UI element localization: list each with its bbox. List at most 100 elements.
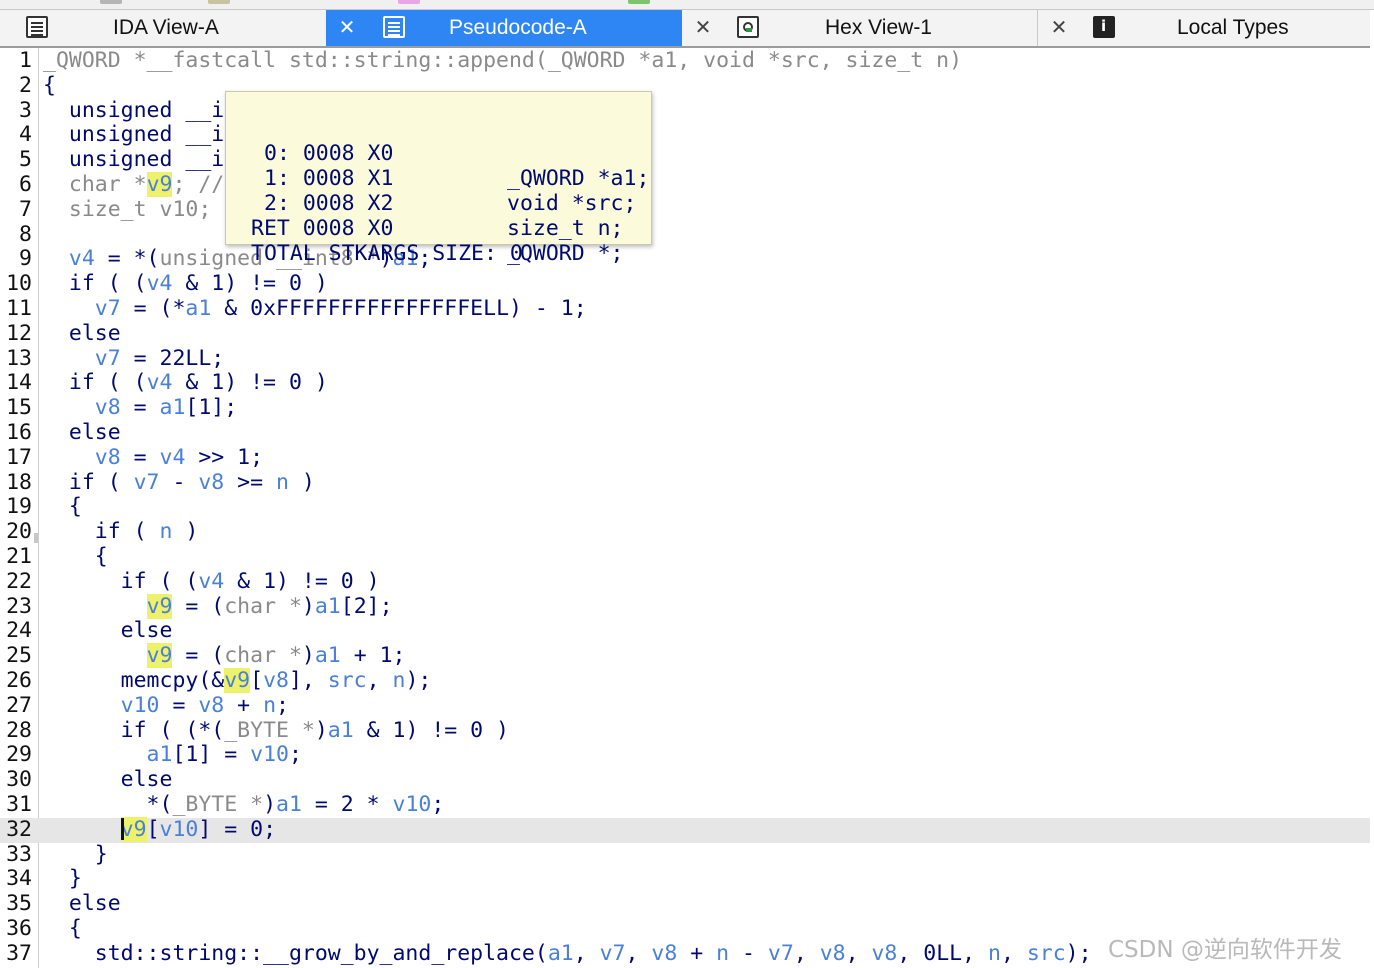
highlighted-identifier[interactable]: v9 xyxy=(120,816,147,842)
identifier[interactable]: v4 xyxy=(160,445,186,470)
line-number: 31 xyxy=(6,792,32,817)
line-number: 1 xyxy=(19,48,32,73)
identifier[interactable]: a1 xyxy=(548,941,574,966)
identifier[interactable]: n xyxy=(160,519,173,544)
identifier[interactable]: v10 xyxy=(43,693,160,718)
identifier[interactable]: v8 xyxy=(198,693,224,718)
code-token: if ( (*( xyxy=(43,717,225,743)
identifier[interactable]: src xyxy=(328,668,367,693)
code-line[interactable]: 23 v9 = (char *)a1[2]; xyxy=(0,593,1370,620)
identifier[interactable]: v7 xyxy=(768,941,794,966)
code-token: - xyxy=(729,940,768,966)
identifier[interactable]: src xyxy=(1027,941,1066,966)
highlighted-identifier[interactable]: v9 xyxy=(146,643,173,669)
identifier[interactable]: a1 xyxy=(315,594,341,619)
code-line[interactable]: 12 else xyxy=(0,321,1370,347)
identifier[interactable]: v4 xyxy=(43,246,95,271)
tab-ida-view-a[interactable]: IDA View-A xyxy=(0,10,326,46)
identifier[interactable]: v7 xyxy=(43,346,121,371)
highlighted-identifier[interactable]: v9 xyxy=(146,172,173,197)
identifier[interactable]: v8 xyxy=(43,445,121,470)
code-line[interactable]: 35 else xyxy=(0,891,1370,917)
identifier[interactable]: v8 xyxy=(651,941,677,966)
code-line[interactable]: 33 } xyxy=(0,842,1370,868)
code-line[interactable]: 11 v7 = (*a1 & 0xFFFFFFFFFFFFFFFELL) - 1… xyxy=(0,296,1370,322)
code-line[interactable]: 32 v9[v10] = 0; xyxy=(0,816,1370,843)
code-text: { xyxy=(43,494,82,520)
line-number: 17 xyxy=(6,444,32,470)
identifier[interactable]: v7 xyxy=(600,941,626,966)
code-line[interactable]: 24 else xyxy=(0,618,1370,644)
code-line[interactable]: 34 } xyxy=(0,866,1370,892)
code-line[interactable]: 19 { xyxy=(0,494,1370,520)
code-line[interactable]: 25 v9 = (char *)a1 + 1; xyxy=(0,643,1370,669)
code-line[interactable]: 27 v10 = v8 + n; xyxy=(0,692,1370,719)
identifier[interactable]: a1 xyxy=(328,718,354,743)
code-token: { xyxy=(43,916,82,941)
tab-hex-view-1[interactable]: ✕ Hex View-1 xyxy=(682,10,1037,46)
identifier[interactable]: v8 xyxy=(871,941,897,966)
tab-label: Pseudocode-A xyxy=(449,16,587,39)
identifier[interactable]: v4 xyxy=(147,370,173,395)
identifier[interactable]: v8 xyxy=(820,941,846,966)
highlighted-identifier[interactable]: v9 xyxy=(146,593,173,619)
code-line[interactable]: 13 v7 = 22LL; xyxy=(0,346,1370,372)
pseudocode-view[interactable]: 1 _QWORD *__fastcall std::string::append(… xyxy=(0,48,1370,968)
identifier[interactable]: v8 xyxy=(198,470,224,495)
tab-pseudocode-a[interactable]: ✕ Pseudocode-A xyxy=(326,10,682,46)
close-icon[interactable]: ✕ xyxy=(692,16,714,38)
close-icon[interactable]: ✕ xyxy=(336,16,358,38)
tab-local-types[interactable]: ✕ Local Types xyxy=(1037,10,1370,46)
code-line[interactable]: 6 char *v9; // x8 xyxy=(0,172,1370,198)
line-number: 27 xyxy=(6,692,32,718)
code-token: if ( ( xyxy=(43,370,147,396)
code-line[interactable]: 31 *(_BYTE *)a1 = 2 * v10; xyxy=(0,792,1370,818)
hint-total-text: TOTAL STKARGS SIZE: 0 xyxy=(251,241,523,266)
code-line[interactable]: 17 v8 = v4 >> 1; xyxy=(0,444,1370,471)
code-line[interactable]: 10 if ( (v4 & 1) != 0 ) xyxy=(0,271,1370,297)
identifier[interactable]: n xyxy=(263,693,276,718)
code-token: ) xyxy=(172,519,199,545)
identifier[interactable]: a1 xyxy=(276,792,302,817)
close-icon[interactable]: ✕ xyxy=(1048,16,1070,38)
identifier[interactable]: v8 xyxy=(263,668,289,693)
code-line[interactable]: 5 unsigned __int64 v8; // x10 xyxy=(0,147,1370,173)
identifier[interactable]: v4 xyxy=(147,271,173,296)
code-line[interactable]: 16 else xyxy=(0,420,1370,446)
code-line[interactable]: 30 else xyxy=(0,767,1370,793)
identifier[interactable]: n xyxy=(716,941,729,966)
identifier[interactable]: a1 xyxy=(160,395,186,420)
code-line[interactable]: 1 _QWORD *__fastcall std::string::append(… xyxy=(0,48,1370,74)
identifier[interactable]: v10 xyxy=(250,742,289,767)
code-line[interactable]: 18 if ( v7 - v8 >= n ) xyxy=(0,470,1370,496)
code-line[interactable]: 3 unsigned __int8 v4; // w8 xyxy=(0,98,1370,124)
code-line[interactable]: 14 if ( (v4 & 1) != 0 ) xyxy=(0,370,1370,396)
code-line[interactable]: 15 v8 = a1[1]; xyxy=(0,395,1370,421)
code-line[interactable]: 21 { xyxy=(0,544,1370,570)
identifier[interactable]: v10 xyxy=(160,817,199,842)
code-line[interactable]: 9 v4 = *(unsigned __int8 *)a1; xyxy=(0,246,1370,272)
identifier[interactable]: v10 xyxy=(393,792,432,817)
code-line[interactable]: 20 if ( n ) xyxy=(0,519,1370,545)
identifier[interactable]: v7 xyxy=(134,470,160,495)
code-line[interactable]: 4 unsigned __int64 v7; // x9 xyxy=(0,122,1370,148)
identifier[interactable]: v8 xyxy=(43,395,121,420)
code-line[interactable]: 26 memcpy(&v9[v8], src, n); xyxy=(0,668,1370,694)
identifier[interactable]: a1 xyxy=(43,742,173,767)
code-line[interactable]: 29 a1[1] = v10; xyxy=(0,742,1370,768)
code-line[interactable]: 22 if ( (v4 & 1) != 0 ) xyxy=(0,569,1370,595)
identifier[interactable]: n xyxy=(393,668,406,693)
code-token: , xyxy=(366,668,393,693)
identifier[interactable]: a1 xyxy=(185,296,211,321)
code-line[interactable]: 8 xyxy=(0,222,1370,248)
identifier[interactable]: n xyxy=(276,470,289,495)
code-line[interactable]: 28 if ( (*(_BYTE *)a1 & 1) != 0 ) xyxy=(0,717,1370,744)
identifier[interactable]: a1 xyxy=(315,643,341,668)
code-line[interactable]: 7 size_t v10; // x9 xyxy=(0,197,1370,223)
identifier[interactable]: v7 xyxy=(43,296,121,321)
code-token: , xyxy=(793,940,820,966)
identifier[interactable]: v4 xyxy=(198,569,224,594)
code-line[interactable]: 2{ xyxy=(0,73,1370,99)
highlighted-identifier[interactable]: v9 xyxy=(224,668,251,693)
identifier[interactable]: n xyxy=(988,941,1001,966)
